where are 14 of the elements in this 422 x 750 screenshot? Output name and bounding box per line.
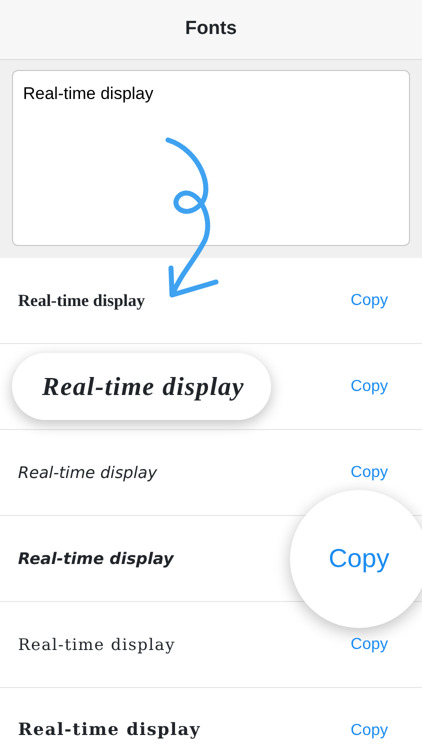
- font-sample: Real-time display: [18, 718, 201, 742]
- copy-button[interactable]: Copy: [344, 462, 394, 484]
- copy-button[interactable]: Copy: [290, 490, 422, 628]
- font-sample: Real-time display: [18, 634, 176, 656]
- font-sample: Real-time display: [18, 290, 146, 312]
- font-sample: Real-time display: [18, 548, 174, 570]
- magnified-font-sample: Real-time display: [12, 353, 271, 420]
- copy-button[interactable]: Copy: [344, 376, 394, 398]
- input-field[interactable]: Real-time display: [12, 70, 410, 246]
- screen-title: Fonts: [185, 17, 237, 42]
- copy-button[interactable]: Copy: [344, 634, 394, 656]
- font-sample: Real-time display: [18, 462, 158, 484]
- copy-button[interactable]: Copy: [344, 290, 394, 312]
- copy-button[interactable]: Copy: [344, 720, 394, 742]
